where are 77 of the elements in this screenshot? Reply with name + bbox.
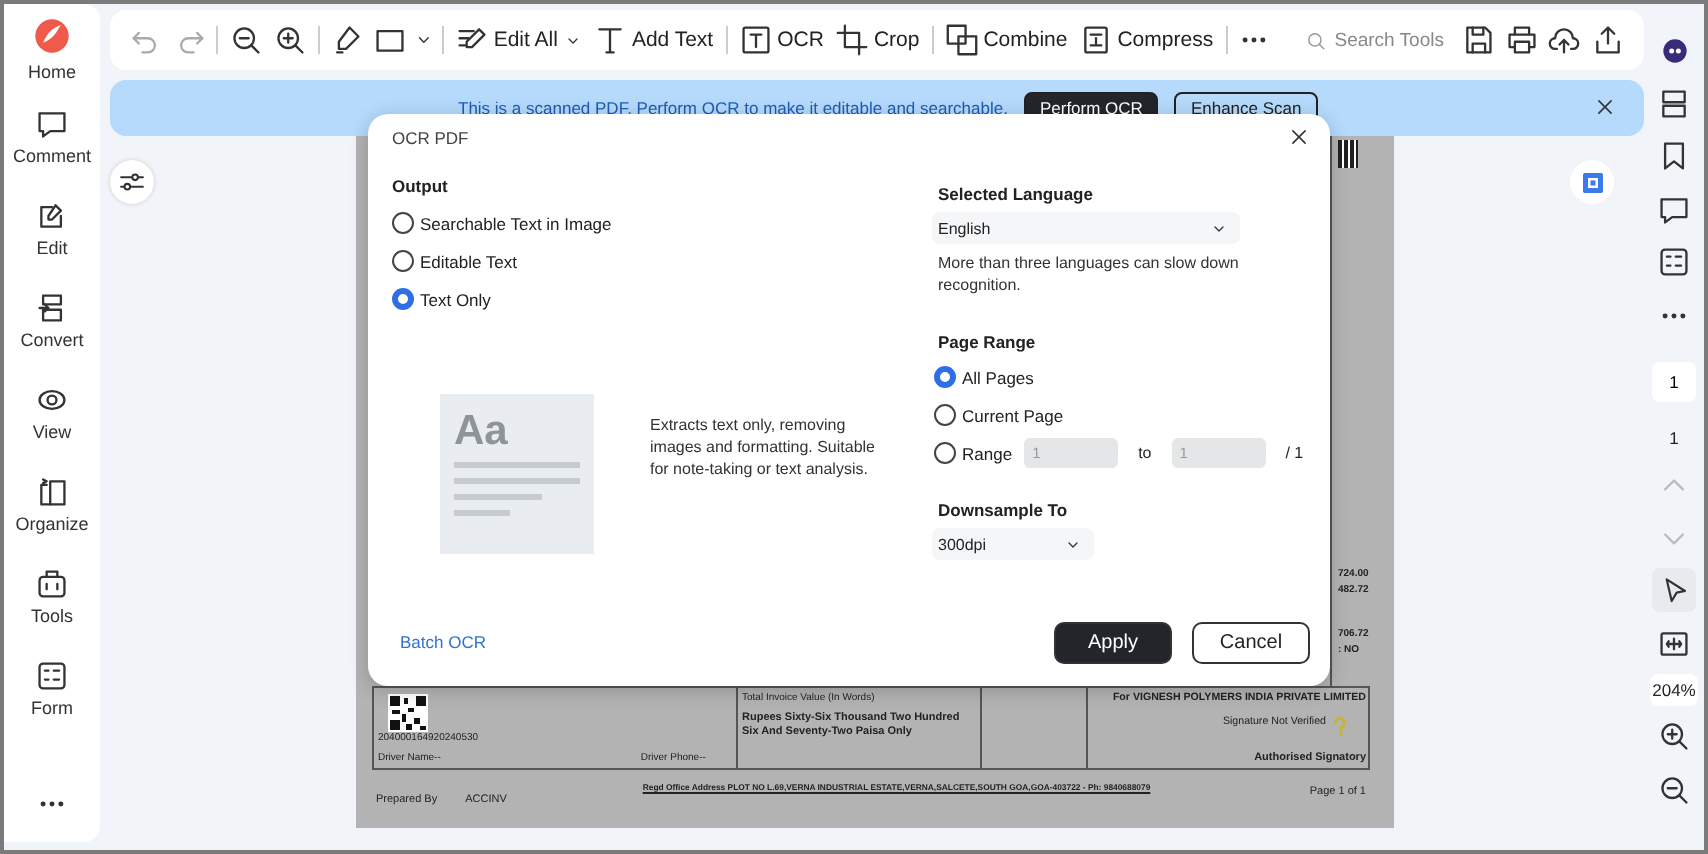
save-icon[interactable] xyxy=(1462,24,1495,56)
radio-option[interactable]: Searchable Text in Image xyxy=(392,204,612,242)
resolution-dropdown[interactable]: 300dpi xyxy=(932,528,1094,561)
select-tool-button[interactable] xyxy=(1652,568,1696,613)
page-total: / 1 xyxy=(1285,444,1304,463)
question-mark-icon xyxy=(1330,716,1350,736)
zoom-in-icon[interactable] xyxy=(1658,720,1690,753)
sidebar-item[interactable]: Organize xyxy=(6,476,98,568)
apply-button[interactable]: Apply xyxy=(1054,621,1172,663)
bookmark-icon[interactable] xyxy=(1658,140,1690,173)
sliders-icon xyxy=(118,168,146,196)
toolbar-button[interactable]: OCR xyxy=(735,18,828,62)
sidebar-item[interactable]: Tools xyxy=(6,568,98,660)
comment-icon xyxy=(36,108,68,140)
compress-icon xyxy=(1079,24,1112,56)
sidebar-item[interactable]: Comment xyxy=(6,108,98,200)
toolbar-button[interactable]: Add Text xyxy=(589,18,718,62)
panels-icon[interactable] xyxy=(1658,87,1690,120)
toolbar-button[interactable]: Edit All xyxy=(451,18,586,62)
form-icon xyxy=(36,660,68,692)
toolbox-icon xyxy=(36,568,68,600)
page-count: 1 xyxy=(1669,426,1679,452)
qr-code-fragment xyxy=(1338,140,1358,168)
section-heading: Page Range xyxy=(938,332,1038,353)
zoom-out-icon[interactable] xyxy=(230,24,263,56)
search-icon xyxy=(1306,27,1327,53)
range-label: to xyxy=(1138,444,1152,463)
pages-icon xyxy=(36,476,68,508)
print-icon[interactable] xyxy=(1505,24,1538,56)
settings-button[interactable] xyxy=(110,160,154,204)
share-icon[interactable] xyxy=(1592,24,1625,56)
app-logo-icon xyxy=(32,16,72,56)
frame-icon xyxy=(1577,167,1607,197)
fit-width-icon[interactable] xyxy=(1658,627,1690,660)
dialog-title: OCR PDF xyxy=(392,127,469,147)
banner-message: This is a scanned PDF. Perform OCR to make it editable and searchable. xyxy=(458,98,1008,118)
sidebar-item[interactable]: Edit xyxy=(6,200,98,292)
text-icon xyxy=(593,24,626,56)
section-heading: Downsample To xyxy=(938,500,1070,521)
zoom-in-icon[interactable] xyxy=(273,24,306,56)
form-icon[interactable] xyxy=(1658,246,1690,279)
sidebar-item[interactable]: View xyxy=(6,384,98,476)
toolbar-button[interactable]: Compress xyxy=(1075,18,1218,62)
section-heading: Selected Language xyxy=(938,184,1095,204)
cancel-button[interactable]: Cancel xyxy=(1192,621,1310,663)
qr-code xyxy=(388,694,428,732)
close-icon[interactable] xyxy=(1288,126,1310,148)
zoom-level[interactable]: 204% xyxy=(1650,674,1698,706)
toolbar-button[interactable]: Combine xyxy=(941,18,1072,62)
radio-option[interactable]: Text Only xyxy=(392,280,491,318)
sidebar-item[interactable]: Convert xyxy=(6,292,98,384)
toolbar-button[interactable]: Crop xyxy=(831,18,924,62)
section-heading: Output xyxy=(392,176,450,196)
edit-icon xyxy=(36,200,68,232)
sidebar-item[interactable]: Home xyxy=(6,16,98,108)
zoom-out-icon[interactable] xyxy=(1658,773,1690,806)
radio-option[interactable]: Editable Text xyxy=(392,242,518,280)
convert-icon xyxy=(36,292,68,324)
batch-ocr-link[interactable]: Batch OCR xyxy=(400,632,486,652)
highlighter-icon[interactable] xyxy=(330,24,363,56)
page-fit-button[interactable] xyxy=(1570,160,1614,204)
preview-glyph: Aa xyxy=(454,410,510,452)
combine-icon xyxy=(945,24,978,56)
sidebar-item[interactable]: Form xyxy=(6,660,98,752)
hint-text: More than three languages can slow down recognition. xyxy=(938,252,1241,297)
comment-icon[interactable] xyxy=(1658,193,1690,226)
assistant-icon[interactable] xyxy=(1659,35,1689,66)
language-dropdown[interactable]: English xyxy=(932,212,1240,244)
ocr-icon xyxy=(739,24,772,56)
description-text: Extracts text only, removing images and formatting. Suitable for note-taking or text analysis. xyxy=(650,414,878,482)
rectangle-icon[interactable] xyxy=(374,24,407,56)
eye-icon xyxy=(36,384,68,416)
close-icon[interactable] xyxy=(1594,95,1616,117)
crop-icon xyxy=(835,24,868,56)
page-number-field[interactable]: 1 xyxy=(1652,362,1696,402)
search-field[interactable]: Search Tools xyxy=(1306,27,1447,53)
cloud-upload-icon[interactable] xyxy=(1548,24,1581,56)
